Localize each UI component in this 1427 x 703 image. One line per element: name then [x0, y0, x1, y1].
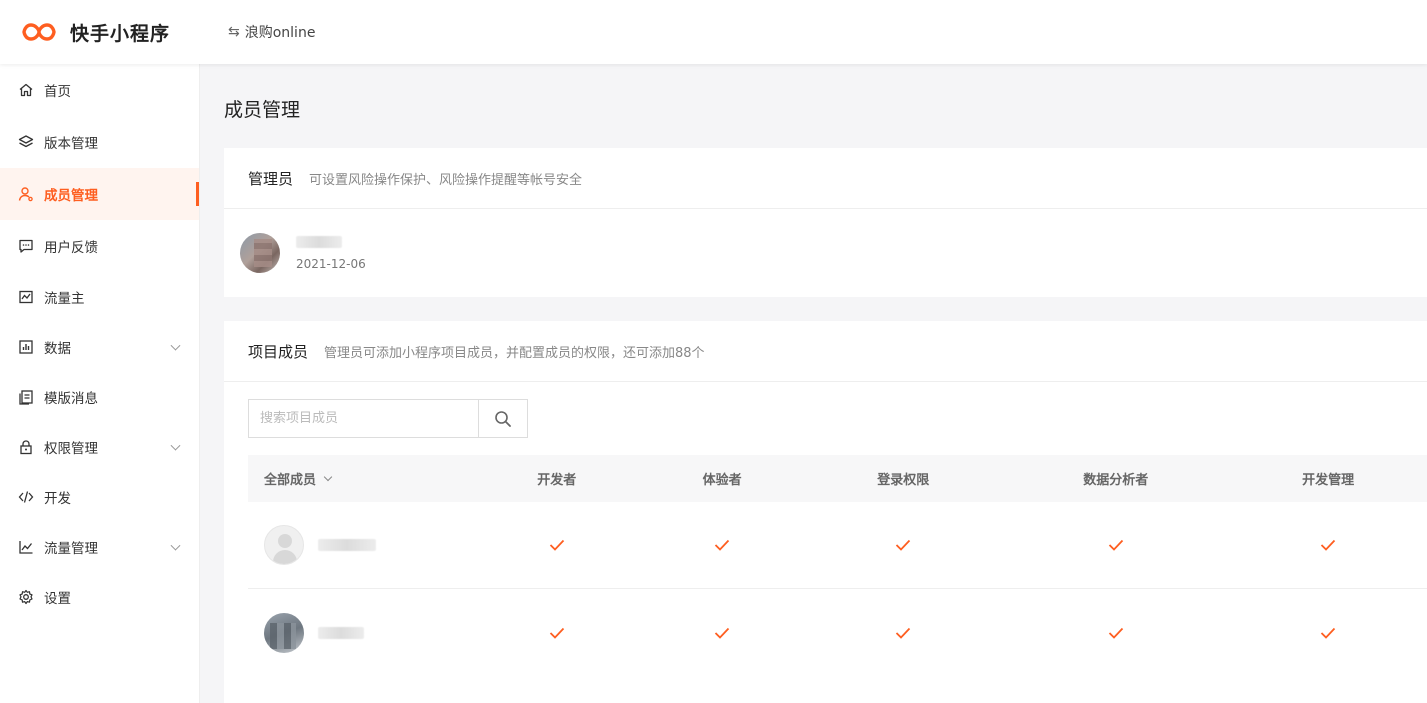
default-avatar-icon [264, 525, 304, 565]
traffic-icon [18, 289, 34, 305]
admin-card: 管理员 可设置风险操作保护、风险操作提醒等帐号安全 2021-12-06 [224, 148, 1427, 297]
sidebar-item-label: 版本管理 [44, 136, 98, 152]
sidebar-item-develop[interactable]: 开发 [0, 472, 199, 522]
layers-icon [18, 134, 34, 150]
app-name: 浪购online [244, 25, 316, 41]
app-switcher[interactable]: ⇆ 浪购online [228, 22, 315, 42]
member-cell [248, 612, 474, 653]
sidebar-item-traffic-management[interactable]: 流量管理 [0, 522, 199, 572]
check-icon [640, 539, 804, 551]
chevron-down-icon[interactable] [170, 340, 181, 351]
member-search [248, 399, 528, 438]
sidebar-item-label: 流量管理 [44, 541, 98, 557]
admin-info: 2021-12-06 [296, 235, 366, 271]
sidebar-item-settings[interactable]: 设置 [0, 572, 199, 622]
search-icon [495, 410, 511, 427]
member-cell [248, 525, 474, 565]
kuaishou-logo-icon [22, 23, 56, 41]
members-card: 项目成员 管理员可添加小程序项目成员，并配置成员的权限，还可添加88个 全部成员… [224, 321, 1427, 703]
column-header-tester: 体验者 [702, 473, 742, 488]
chevron-down-icon [323, 472, 333, 481]
sidebar-item-label: 开发 [44, 491, 71, 507]
blurred-name [296, 235, 342, 248]
sidebar-item-label: 首页 [44, 84, 71, 100]
avatar [264, 612, 304, 653]
sidebar-item-home[interactable]: 首页 [0, 64, 199, 116]
check-icon [474, 539, 640, 551]
admin-title: 管理员 [248, 169, 294, 188]
column-header-analyst: 数据分析者 [1083, 473, 1149, 488]
template-icon [18, 389, 34, 405]
user-icon [18, 186, 34, 202]
check-icon [804, 627, 1002, 639]
admin-date: 2021-12-06 [296, 256, 366, 271]
sidebar-item-label: 流量主 [44, 291, 85, 307]
sidebar-item-label: 权限管理 [44, 441, 98, 457]
check-icon [474, 627, 640, 639]
brand[interactable]: 快手小程序 [0, 19, 228, 46]
sidebar-item-label: 模版消息 [44, 391, 98, 407]
sidebar-item-versions[interactable]: 版本管理 [0, 116, 199, 168]
column-header-login: 登录权限 [877, 473, 930, 488]
trend-icon [18, 539, 34, 555]
lock-icon [18, 439, 34, 455]
column-header-developer: 开发者 [537, 473, 577, 488]
main-content: 成员管理 管理员 可设置风险操作保护、风险操作提醒等帐号安全 2021-12-0… [201, 64, 1427, 703]
members-card-header: 项目成员 管理员可添加小程序项目成员，并配置成员的权限，还可添加88个 [224, 321, 1427, 382]
table-header: 全部成员 开发者 体验者 登录权限 数据分析者 开发管理 [248, 455, 1427, 502]
check-icon [1229, 539, 1427, 551]
home-icon [18, 82, 34, 98]
check-icon [1002, 539, 1229, 551]
sidebar-item-traffic-owner[interactable]: 流量主 [0, 272, 199, 322]
chat-icon [18, 238, 34, 254]
sidebar-item-label: 成员管理 [44, 188, 98, 204]
check-icon [1002, 627, 1229, 639]
admin-row: 2021-12-06 [224, 209, 1427, 297]
search-input[interactable] [249, 400, 478, 437]
sidebar-item-feedback[interactable]: 用户反馈 [0, 220, 199, 272]
switch-arrows-icon: ⇆ [228, 24, 240, 40]
members-table: 全部成员 开发者 体验者 登录权限 数据分析者 开发管理 [248, 455, 1427, 676]
table-row [248, 502, 1427, 589]
code-icon [18, 489, 34, 505]
gear-icon [18, 589, 34, 605]
table-row [248, 589, 1427, 676]
avatar [240, 233, 280, 273]
filter-label: 全部成员 [264, 473, 317, 488]
sidebar-item-label: 用户反馈 [44, 240, 98, 256]
sidebar-item-data[interactable]: 数据 [0, 322, 199, 372]
member-filter-dropdown[interactable]: 全部成员 [248, 469, 474, 488]
sidebar-item-permissions[interactable]: 权限管理 [0, 422, 199, 472]
admin-card-header: 管理员 可设置风险操作保护、风险操作提醒等帐号安全 [224, 148, 1427, 209]
page-title: 成员管理 [224, 99, 301, 121]
sidebar-item-label: 设置 [44, 591, 71, 607]
blurred-name [318, 626, 364, 639]
search-button[interactable] [478, 400, 527, 437]
check-icon [640, 627, 804, 639]
members-title: 项目成员 [248, 342, 309, 361]
blurred-name [318, 539, 376, 551]
chevron-down-icon[interactable] [170, 540, 181, 551]
column-header-dev-manage: 开发管理 [1302, 473, 1355, 488]
chart-icon [18, 339, 34, 355]
check-icon [1229, 627, 1427, 639]
sidebar: 首页 版本管理 成员管理 用户反馈 流量主 数据 模版消息 权限管理 开发 流量… [0, 64, 200, 703]
admin-desc: 可设置风险操作保护、风险操作提醒等帐号安全 [309, 172, 583, 188]
sidebar-item-label: 数据 [44, 341, 71, 357]
brand-name: 快手小程序 [70, 22, 171, 45]
sidebar-item-templates[interactable]: 模版消息 [0, 372, 199, 422]
top-header: 快手小程序 ⇆ 浪购online [0, 0, 1427, 64]
check-icon [804, 539, 1002, 551]
chevron-down-icon[interactable] [170, 440, 181, 451]
sidebar-item-members[interactable]: 成员管理 [0, 168, 199, 220]
members-desc: 管理员可添加小程序项目成员，并配置成员的权限，还可添加88个 [324, 345, 705, 361]
